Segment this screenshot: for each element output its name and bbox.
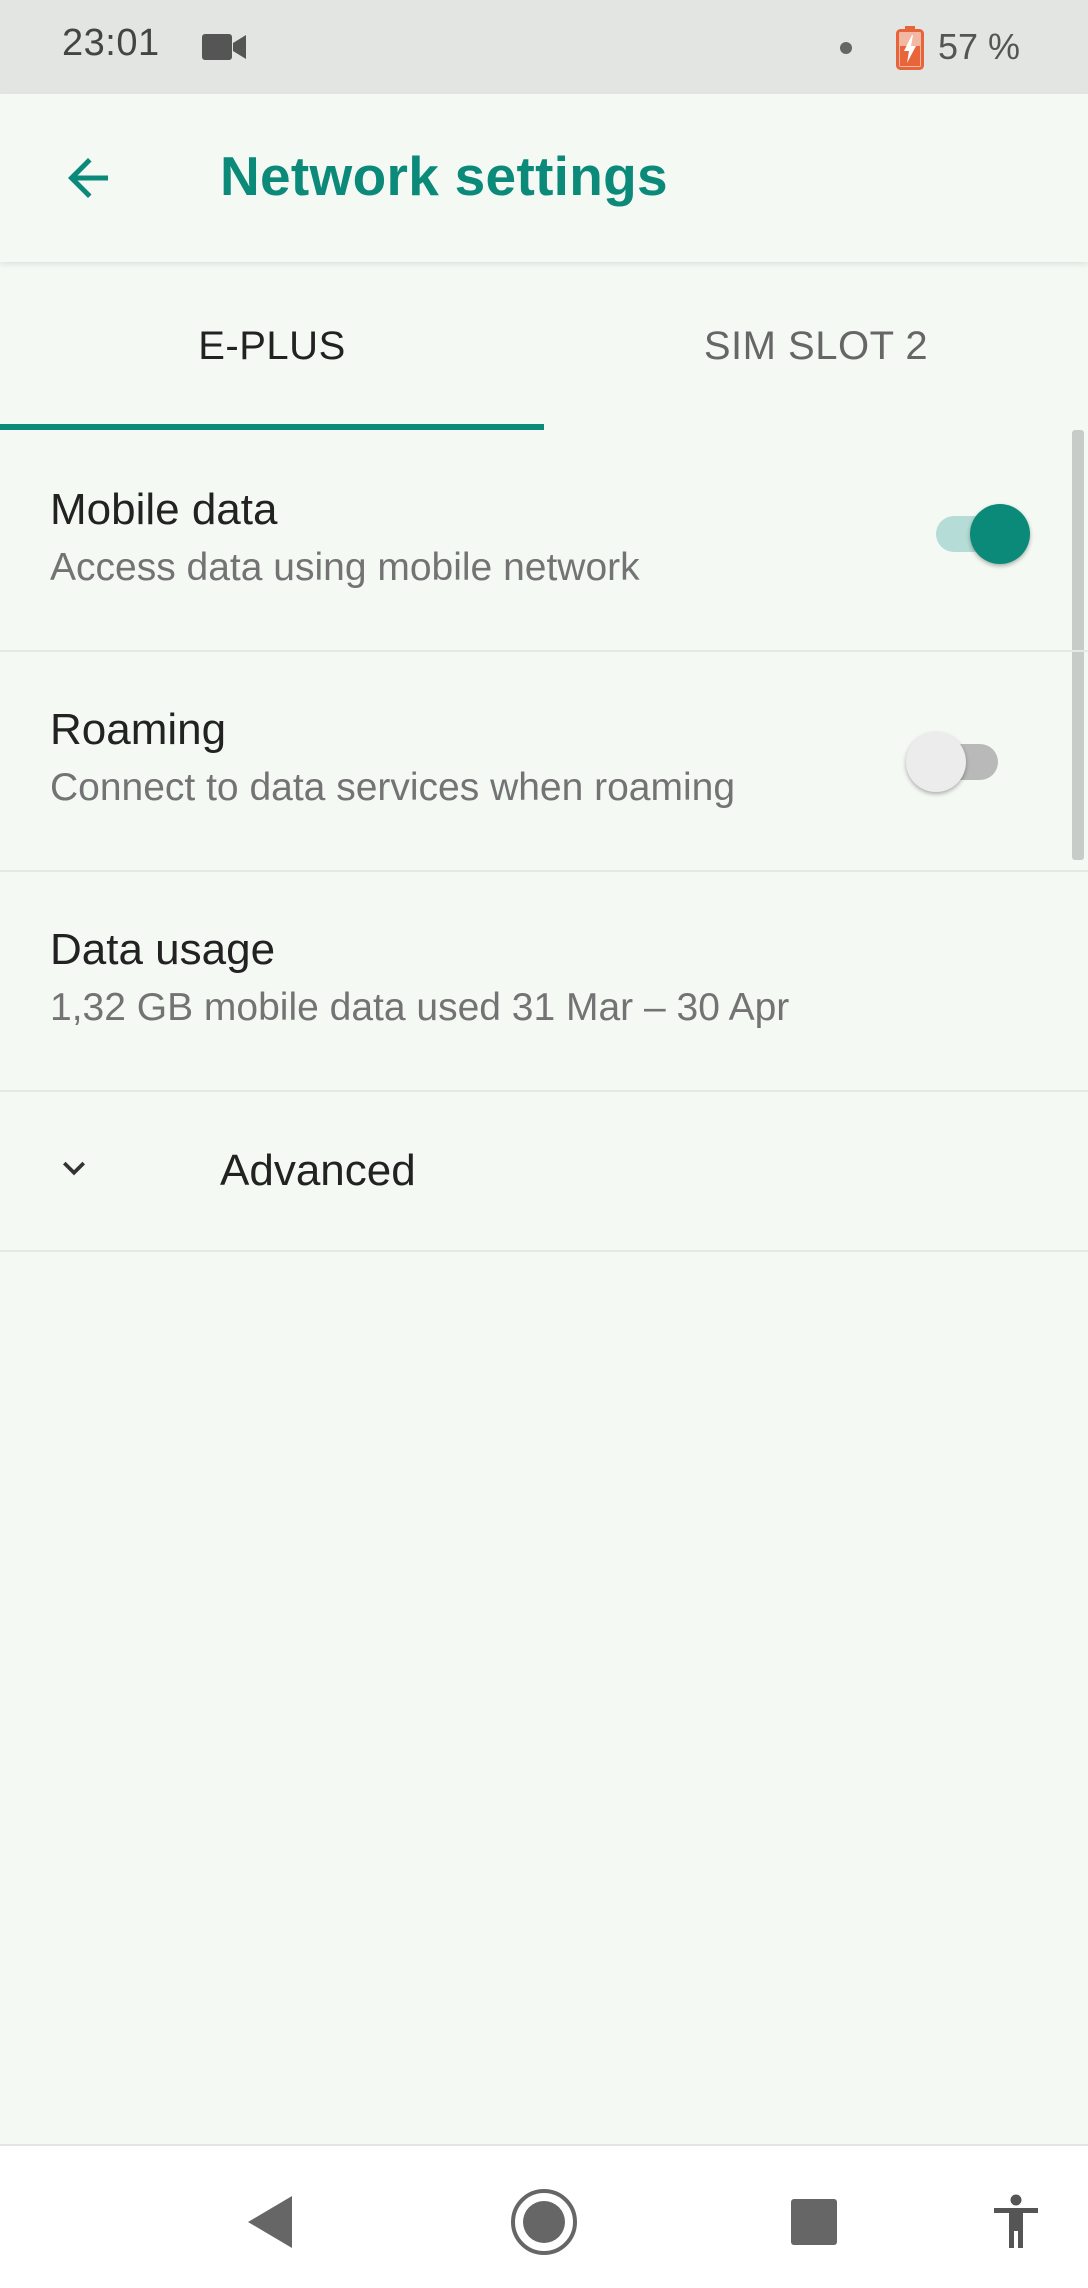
chevron-down-icon (63, 1161, 85, 1176)
advanced-row[interactable]: Advanced (0, 1090, 1088, 1252)
back-button[interactable] (48, 138, 128, 218)
status-bar: 23:01 57 % (0, 0, 1088, 94)
tab-e-plus[interactable]: E-PLUS (0, 262, 544, 430)
status-time: 23:01 (62, 22, 160, 64)
tab-label: E-PLUS (198, 323, 346, 368)
tab-label: SIM SLOT 2 (703, 323, 929, 368)
tab-sim-slot-2[interactable]: SIM SLOT 2 (544, 262, 1088, 430)
nav-back-button[interactable] (230, 2182, 310, 2262)
roaming-title: Roaming (50, 705, 227, 754)
data-usage-title: Data usage (50, 925, 276, 974)
nav-home-button[interactable] (504, 2182, 584, 2262)
network-settings-screen: 23:01 57 % Network settings E-PLUS SIM S… (0, 0, 1088, 2288)
notification-dot-icon (840, 42, 852, 54)
roaming-summary: Connect to data services when roaming (50, 766, 736, 809)
home-circle-icon (511, 2189, 577, 2255)
mobile-data-title: Mobile data (50, 485, 278, 534)
page-title: Network settings (220, 145, 668, 207)
roaming-switch[interactable] (906, 726, 1006, 796)
battery-charging-icon (896, 26, 924, 70)
mobile-data-summary: Access data using mobile network (50, 546, 640, 589)
navigation-bar (0, 2144, 1088, 2288)
data-usage-row[interactable]: Data usage 1,32 GB mobile data used 31 M… (0, 870, 1088, 1092)
back-triangle-icon (248, 2196, 292, 2248)
app-toolbar: Network settings (0, 94, 1088, 262)
advanced-label: Advanced (220, 1146, 416, 1195)
recents-square-icon (791, 2199, 837, 2245)
accessibility-icon (994, 2194, 1038, 2248)
switch-thumb (906, 732, 966, 792)
data-usage-summary: 1,32 GB mobile data used 31 Mar – 30 Apr (50, 986, 790, 1029)
arrow-left-icon (68, 158, 108, 198)
roaming-row[interactable]: Roaming Connect to data services when ro… (0, 650, 1088, 872)
mobile-data-row[interactable]: Mobile data Access data using mobile net… (0, 430, 1088, 652)
nav-accessibility-button[interactable] (976, 2182, 1056, 2262)
switch-thumb (970, 504, 1030, 564)
sim-tabs: E-PLUS SIM SLOT 2 (0, 262, 1088, 430)
video-camera-icon (202, 34, 246, 60)
mobile-data-switch[interactable] (928, 498, 1030, 568)
battery-percent: 57 % (938, 26, 1021, 67)
nav-recents-button[interactable] (774, 2182, 854, 2262)
